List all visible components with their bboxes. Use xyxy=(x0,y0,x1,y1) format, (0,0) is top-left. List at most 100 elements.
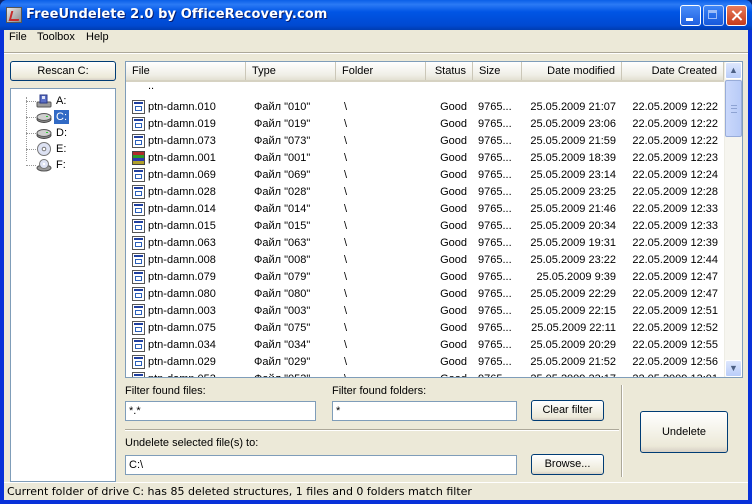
column-header-file[interactable]: File xyxy=(126,62,246,80)
date-modified: 25.05.2009 18:39 xyxy=(530,152,616,164)
file-status: Good xyxy=(440,118,467,130)
destination-input[interactable] xyxy=(125,455,517,475)
title-bar[interactable]: FreeUndelete 2.0 by OfficeRecovery.com xyxy=(0,0,752,30)
file-row[interactable]: ptn-damn.069 Файл "069" \ Good 9765... 25.05.… xyxy=(126,167,724,184)
close-button[interactable] xyxy=(726,5,747,26)
file-size: 9765... xyxy=(478,135,512,147)
client-area: File Toolbox Help Rescan C: A: C: D: E: F: F… xyxy=(4,30,748,500)
menu-bar: File Toolbox Help xyxy=(4,30,748,47)
drive-label: D: xyxy=(56,127,67,139)
column-header-status[interactable]: Status xyxy=(426,62,473,80)
tree-connector xyxy=(26,165,36,166)
vertical-scrollbar[interactable]: ▲ ▼ xyxy=(724,62,742,377)
scroll-thumb[interactable] xyxy=(725,80,742,137)
file-size: 9765... xyxy=(478,186,512,198)
file-type: Файл "073" xyxy=(254,135,311,147)
file-folder: \ xyxy=(344,271,348,283)
app-icon[interactable] xyxy=(6,7,22,23)
file-size: 9765... xyxy=(478,356,512,368)
file-type: Файл "034" xyxy=(254,339,311,351)
date-created: 22.05.2009 12:22 xyxy=(632,118,718,130)
drive-label: E: xyxy=(56,143,67,155)
file-row[interactable]: ptn-damn.075 Файл "075" \ Good 9765... 25.05.… xyxy=(126,320,724,337)
menu-help[interactable]: Help xyxy=(86,31,109,43)
file-folder: \ xyxy=(344,237,348,249)
tree-connector xyxy=(26,133,36,134)
file-status: Good xyxy=(426,371,467,377)
cd-drive-icon xyxy=(36,142,52,156)
file-icon xyxy=(132,270,145,284)
drive-item-d[interactable]: D: xyxy=(26,125,106,141)
date-modified: 25.05.2009 23:14 xyxy=(530,169,616,181)
browse-button[interactable]: Browse... xyxy=(531,454,604,475)
column-header-size[interactable]: Size xyxy=(473,62,522,80)
file-row[interactable]: ptn-damn.080 Файл "080" \ Good 9765... 25.05.… xyxy=(126,286,724,303)
file-size: 9765... xyxy=(478,220,512,232)
file-row[interactable]: ptn-damn.001 Файл "001" \ Good 9765... 25.05.… xyxy=(126,150,724,167)
file-row[interactable]: ptn-damn.003 Файл "003" \ Good 9765... 25.05.… xyxy=(126,303,724,320)
file-status: Good xyxy=(440,339,467,351)
file-status: Good xyxy=(440,203,467,215)
file-row[interactable]: ptn-damn.063 Файл "063" \ Good 9765... 25.05.… xyxy=(126,235,724,252)
file-name: ptn-damn.010 xyxy=(148,101,216,113)
file-icon xyxy=(132,219,145,233)
file-icon xyxy=(132,117,145,131)
file-list[interactable]: File Type Folder Status Size Date modifi… xyxy=(125,61,743,378)
scroll-up-button[interactable]: ▲ xyxy=(725,62,742,79)
file-row[interactable]: ptn-damn.015 Файл "015" \ Good 9765... 25.05.… xyxy=(126,218,724,235)
column-header-type[interactable]: Type xyxy=(246,62,336,80)
file-status: Good xyxy=(440,305,467,317)
parent-folder-row[interactable]: .. xyxy=(126,82,724,99)
file-icon xyxy=(132,100,145,114)
status-bar: Current folder of drive C: has 85 delete… xyxy=(4,482,748,501)
file-row[interactable]: ptn-damn.010 Файл "010" \ Good 9765... 25.05.… xyxy=(126,99,724,116)
file-type: Файл "001" xyxy=(254,152,311,164)
rescan-button[interactable]: Rescan C: xyxy=(10,61,116,81)
file-row[interactable]: ptn-damn.029 Файл "029" \ Good 9765... 25.05.… xyxy=(126,354,724,371)
date-created: 22.05.2009 12:52 xyxy=(632,322,718,334)
maximize-button[interactable] xyxy=(703,5,724,26)
filter-folders-input[interactable] xyxy=(332,401,517,421)
menu-toolbox[interactable]: Toolbox xyxy=(37,31,75,43)
file-row[interactable]: ptn-damn.014 Файл "014" \ Good 9765... 25.05.… xyxy=(126,201,724,218)
file-status: Good xyxy=(440,322,467,334)
date-created: 22.05.2009 12:22 xyxy=(632,101,718,113)
date-created: 22.05.2009 12:33 xyxy=(632,203,718,215)
date-modified: 25.05.2009 22:29 xyxy=(530,288,616,300)
file-row[interactable]: ptn-damn.034 Файл "034" \ Good 9765... 25.05.… xyxy=(126,337,724,354)
file-row[interactable]: ptn-damn.053 Файл "053" \Good 9765...25.05.… xyxy=(126,371,724,377)
file-type: Файл "028" xyxy=(254,186,311,198)
file-icon xyxy=(132,253,145,267)
column-header-date-created[interactable]: Date Created xyxy=(622,62,724,80)
undelete-button[interactable]: Undelete xyxy=(640,411,728,453)
file-folder: \ xyxy=(344,203,348,215)
archive-file-icon xyxy=(132,151,145,165)
file-row[interactable]: ptn-damn.019 Файл "019" \ Good 9765... 25.05.… xyxy=(126,116,724,133)
column-header-date-modified[interactable]: Date modified xyxy=(522,62,622,80)
filter-files-input[interactable] xyxy=(125,401,316,421)
drive-item-a[interactable]: A: xyxy=(26,93,106,109)
file-row[interactable]: ptn-damn.079 Файл "079" \ Good 9765... 25.05.… xyxy=(126,269,724,286)
file-folder: \ xyxy=(344,305,348,317)
drive-item-c[interactable]: C: xyxy=(26,109,106,125)
file-row[interactable]: ptn-damn.073 Файл "073" \ Good 9765... 25.05.… xyxy=(126,133,724,150)
file-type: Файл "080" xyxy=(254,288,311,300)
file-row[interactable]: ptn-damn.008 Файл "008" \ Good 9765... 25.05.… xyxy=(126,252,724,269)
file-row[interactable]: ptn-damn.028 Файл "028" \ Good 9765... 25.05.… xyxy=(126,184,724,201)
scroll-down-button[interactable]: ▼ xyxy=(725,360,742,377)
file-status: Good xyxy=(440,356,467,368)
drive-item-f[interactable]: F: xyxy=(26,157,106,173)
clear-filter-button[interactable]: Clear filter xyxy=(531,400,604,421)
file-type: Файл "053" xyxy=(254,371,336,377)
file-name: ptn-damn.028 xyxy=(148,186,216,198)
date-modified: 25.05.2009 23:06 xyxy=(530,118,616,130)
menu-file[interactable]: File xyxy=(9,31,27,43)
column-header-folder[interactable]: Folder xyxy=(336,62,426,80)
date-modified: 25.05.2009 23:22 xyxy=(530,254,616,266)
minimize-button[interactable] xyxy=(680,5,701,26)
drive-tree[interactable]: A: C: D: E: F: xyxy=(10,88,116,482)
file-size: 9765... xyxy=(478,203,512,215)
file-status: Good xyxy=(440,186,467,198)
date-created: 22.05.2009 12:44 xyxy=(632,254,718,266)
drive-item-e[interactable]: E: xyxy=(26,141,106,157)
